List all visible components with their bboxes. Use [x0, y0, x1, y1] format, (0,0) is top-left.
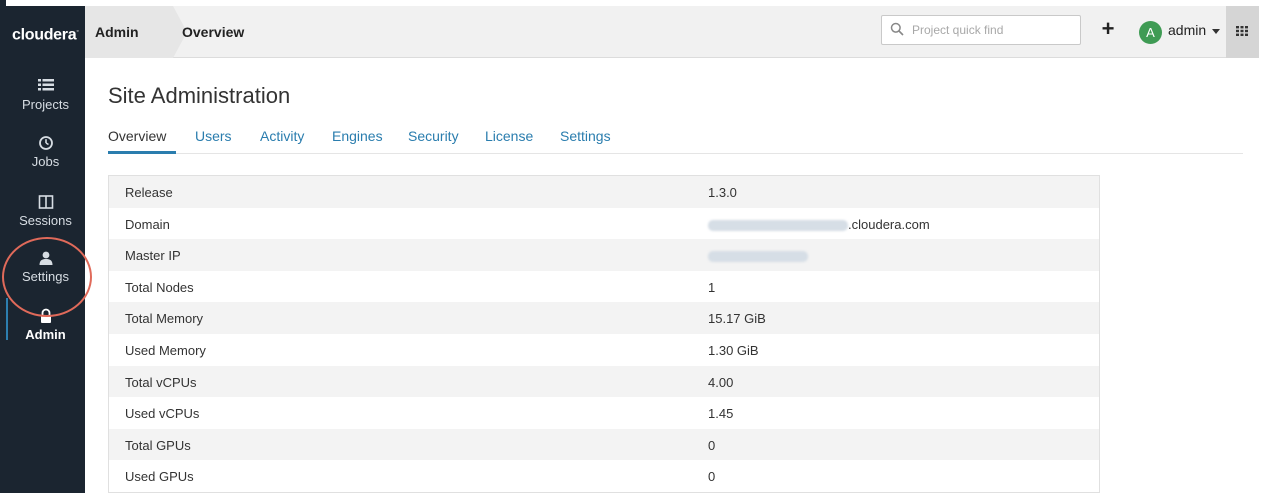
row-key: Used Memory [125, 342, 206, 358]
sidebar-item-label: Admin [25, 327, 66, 342]
lock-icon [40, 308, 51, 323]
table-row: Release 1.3.0 [109, 176, 1099, 208]
logo-mark: ◦ [76, 28, 79, 35]
search-input[interactable] [912, 20, 1072, 40]
clock-icon [38, 136, 53, 150]
row-key: Used GPUs [125, 469, 194, 485]
row-key: Used vCPUs [125, 406, 200, 422]
tab-engines[interactable]: Engines [332, 128, 383, 144]
table-row: Used GPUs 0 [109, 460, 1099, 492]
sidebar-item-admin[interactable]: Admin [6, 308, 85, 364]
columns-icon [38, 195, 53, 209]
tab-overview[interactable]: Overview [108, 128, 166, 144]
table-row: Total GPUs 0 [109, 428, 1099, 461]
breadcrumb-overview: Overview [182, 24, 245, 40]
row-value-domain: .cloudera.com [708, 217, 930, 232]
cloudera-logo[interactable]: cloudera◦ [6, 6, 85, 58]
project-quick-find[interactable] [881, 15, 1081, 45]
search-icon [890, 22, 904, 36]
overview-table: Release 1.3.0 Domain .cloudera.com Maste… [108, 175, 1100, 493]
top-header: cloudera◦ Admin Overview + A admin [6, 6, 1259, 58]
sidebar-item-label: Settings [22, 269, 69, 284]
sidebar-item-settings[interactable]: Settings [6, 250, 85, 306]
row-value: 1.3.0 [708, 185, 737, 200]
table-row: Used Memory 1.30 GiB [109, 333, 1099, 366]
row-value: 15.17 GiB [708, 311, 766, 327]
chevron-down-icon[interactable] [1212, 29, 1220, 34]
create-new-button[interactable]: + [1096, 15, 1120, 45]
sidebar-item-sessions[interactable]: Sessions [6, 194, 85, 250]
app-launcher-button[interactable] [1226, 6, 1259, 58]
admin-tabs: Overview Users Activity Engines Security… [108, 124, 1243, 154]
row-key: Total Memory [125, 311, 204, 327]
active-tab-indicator [108, 151, 176, 154]
sidebar-item-label: Projects [22, 97, 69, 112]
table-row: Domain .cloudera.com [109, 207, 1099, 240]
sidebar-item-jobs[interactable]: Jobs [6, 135, 85, 191]
row-key: Total Nodes [125, 279, 194, 295]
row-value: 1.30 GiB [708, 342, 759, 358]
sidebar-item-label: Sessions [19, 213, 72, 228]
table-row: Used vCPUs 1.45 [109, 397, 1099, 429]
tab-security[interactable]: Security [408, 128, 459, 144]
row-value: 1.45 [708, 406, 734, 422]
logo-text: cloudera [12, 26, 77, 44]
row-key: Total vCPUs [125, 374, 197, 390]
row-value-ip [708, 248, 808, 263]
grid-icon [1236, 26, 1248, 36]
sidebar-item-label: Jobs [31, 154, 60, 169]
table-row: Total vCPUs 4.00 [109, 365, 1099, 398]
tab-activity[interactable]: Activity [260, 128, 304, 144]
table-row: Master IP [109, 239, 1099, 271]
tab-license[interactable]: License [485, 128, 533, 144]
user-icon [39, 251, 52, 265]
table-row: Total Nodes 1 [109, 270, 1099, 303]
tab-users[interactable]: Users [195, 128, 232, 144]
row-value: 4.00 [708, 374, 734, 390]
tab-settings[interactable]: Settings [560, 128, 611, 144]
row-value: .cloudera.com [848, 216, 930, 232]
table-row: Total Memory 15.17 GiB [109, 302, 1099, 334]
sidebar-item-projects[interactable]: Projects [6, 78, 85, 134]
redacted-value [708, 251, 808, 263]
breadcrumb-admin[interactable]: Admin [85, 6, 173, 58]
row-value: 0 [708, 437, 716, 453]
row-value: 1 [708, 279, 716, 295]
row-key: Total GPUs [125, 437, 191, 453]
row-key: Release [125, 185, 173, 200]
left-sidebar: Projects Jobs Sessions Settings Admin [6, 58, 85, 493]
list-icon [37, 79, 54, 91]
user-menu-label[interactable]: admin [1168, 22, 1206, 38]
redacted-value [708, 219, 848, 231]
row-key: Domain [125, 216, 170, 232]
page-title: Site Administration [108, 83, 291, 108]
avatar[interactable]: A [1139, 21, 1162, 44]
row-value: 0 [708, 469, 716, 485]
row-key: Master IP [125, 248, 181, 264]
